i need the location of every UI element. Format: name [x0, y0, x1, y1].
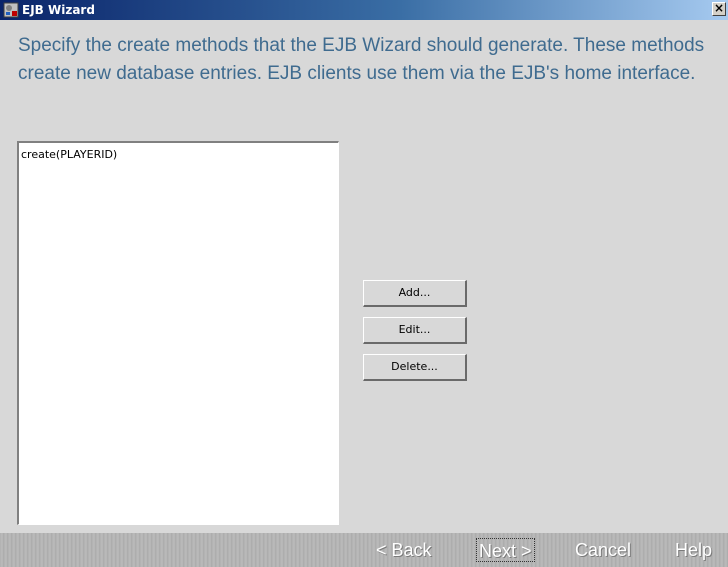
help-button[interactable]: Help — [673, 538, 714, 562]
add-button[interactable]: Add... — [363, 280, 467, 307]
ejb-wizard-window: EJB Wizard × Specify the create methods … — [0, 0, 728, 567]
cancel-button[interactable]: Cancel — [573, 538, 633, 562]
edit-button[interactable]: Edit... — [363, 317, 467, 344]
wizard-app-icon — [3, 2, 19, 18]
title-bar[interactable]: EJB Wizard × — [0, 0, 728, 20]
instructions-text: Specify the create methods that the EJB … — [18, 35, 705, 84]
close-icon[interactable]: × — [712, 2, 726, 16]
list-item[interactable]: create(PLAYERID) — [21, 148, 117, 161]
create-methods-list[interactable]: create(PLAYERID) — [17, 141, 339, 525]
next-button[interactable]: Next > — [476, 538, 535, 562]
delete-button[interactable]: Delete... — [363, 354, 467, 381]
window-title: EJB Wizard — [22, 3, 95, 17]
back-button[interactable]: < Back — [374, 538, 434, 562]
wizard-nav-bar: < Back Next > Cancel Help — [0, 533, 728, 567]
